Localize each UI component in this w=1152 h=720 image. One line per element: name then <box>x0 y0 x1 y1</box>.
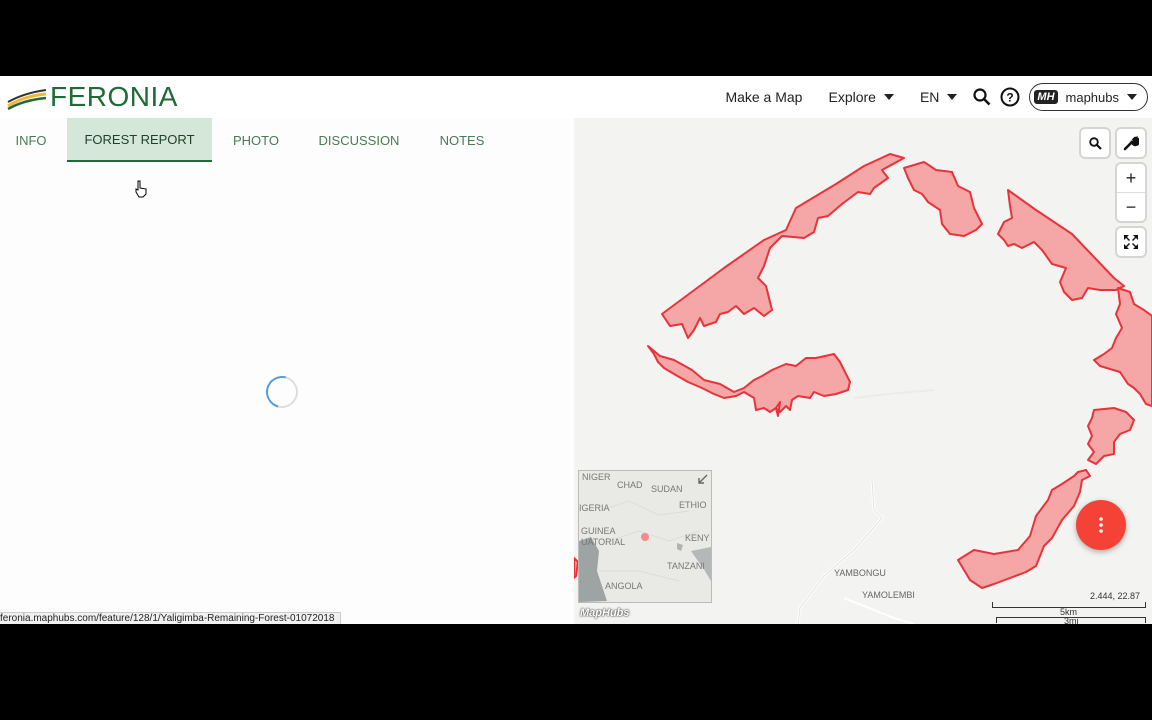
pointer-cursor-icon <box>135 180 147 198</box>
help-icon[interactable]: ? <box>999 86 1021 108</box>
status-url-bar: feronia.maphubs.com/feature/128/1/Yaligi… <box>0 612 342 624</box>
forest-polygon[interactable] <box>1087 407 1135 465</box>
wrench-icon[interactable] <box>1117 129 1145 157</box>
tab-info[interactable]: INFO <box>0 118 62 162</box>
nav-menu: Make a Map Explore EN ? MH maphubs <box>725 83 1148 111</box>
zoom-control: + − <box>1117 164 1145 221</box>
more-vertical-icon[interactable] <box>1076 500 1126 550</box>
minus-icon[interactable]: − <box>1117 192 1145 221</box>
minimap-label-nigeria: IGERIA <box>579 503 610 513</box>
minimap-label-niger: NIGER <box>582 472 611 482</box>
username-label: maphubs <box>1065 89 1119 105</box>
chevron-down-icon <box>1127 94 1137 100</box>
chevron-down-icon <box>947 94 958 100</box>
explore-label: Explore <box>828 89 876 105</box>
logo-stripes-icon <box>7 89 47 110</box>
fullscreen-icon[interactable] <box>1117 228 1145 256</box>
scale-bar: 5km 3mi <box>992 602 1146 624</box>
map-search-control <box>1081 129 1109 157</box>
logo-text: FERONIA <box>50 81 178 112</box>
scale-mi-label: 3mi <box>1064 616 1079 624</box>
minimap-label-guinea: GUINEA <box>581 526 616 536</box>
place-label-yamolembi: YAMOLEMBI <box>862 590 915 600</box>
minimap-label-ethiopia: ETHIO <box>679 500 707 510</box>
tab-photo[interactable]: PHOTO <box>212 118 300 162</box>
search-icon[interactable] <box>1081 129 1109 157</box>
map-view[interactable]: YAMBONGU YAMOLEMBI + − NIGER CHAD SUDAN … <box>574 118 1152 624</box>
app-window: FERONIA Make a Map Explore EN ? MH maphu… <box>0 76 1152 624</box>
forest-polygon[interactable] <box>661 153 905 339</box>
minimap-label-kenya: KENY <box>685 533 710 543</box>
forest-polygon[interactable] <box>1093 287 1152 407</box>
forest-polygon[interactable] <box>903 161 983 237</box>
arrow-collapse-icon[interactable] <box>696 474 708 486</box>
tab-discussion[interactable]: DISCUSSION <box>300 118 418 162</box>
top-navbar: FERONIA Make a Map Explore EN ? MH maphu… <box>0 76 1152 118</box>
minimap-label-tanzania: TANZANI <box>667 561 705 571</box>
minimap-label-chad: CHAD <box>617 480 643 490</box>
user-avatar: MH <box>1034 90 1058 104</box>
make-map-link[interactable]: Make a Map <box>725 89 802 105</box>
forest-polygon[interactable] <box>647 345 851 417</box>
tab-notes[interactable]: NOTES <box>418 118 506 162</box>
svg-text:?: ? <box>1007 91 1014 105</box>
place-label-yambongu: YAMBONGU <box>834 568 886 578</box>
minimap-label-angola: ANGOLA <box>605 581 643 591</box>
forest-polygon[interactable] <box>957 469 1091 589</box>
chevron-down-icon <box>883 94 894 100</box>
plus-icon[interactable]: + <box>1117 164 1145 192</box>
minimap-label-equatorial: UATORIAL <box>581 537 626 547</box>
forest-polygon[interactable] <box>997 189 1125 301</box>
search-icon[interactable] <box>971 86 993 108</box>
maphubs-watermark: MapHubs <box>580 607 630 619</box>
tab-forest-report[interactable]: FOREST REPORT <box>67 118 212 162</box>
feature-tabs: INFO FOREST REPORT PHOTO DISCUSSION NOTE… <box>0 118 506 162</box>
coordinates-readout: 2.444, 22.87 <box>1089 591 1140 601</box>
map-tools-control <box>1117 129 1145 157</box>
minimap-label-sudan: SUDAN <box>651 484 683 494</box>
minimap[interactable]: NIGER CHAD SUDAN IGERIA ETHIO GUINEA UAT… <box>578 470 712 603</box>
explore-dropdown[interactable]: Explore <box>828 89 894 105</box>
feature-panel: INFO FOREST REPORT PHOTO DISCUSSION NOTE… <box>0 118 574 624</box>
language-label: EN <box>919 89 940 105</box>
loading-spinner <box>260 370 304 414</box>
user-menu[interactable]: MH maphubs <box>1029 83 1148 111</box>
fullscreen-control <box>1117 228 1145 256</box>
feronia-logo[interactable]: FERONIA <box>6 81 178 112</box>
language-dropdown[interactable]: EN <box>919 89 958 105</box>
